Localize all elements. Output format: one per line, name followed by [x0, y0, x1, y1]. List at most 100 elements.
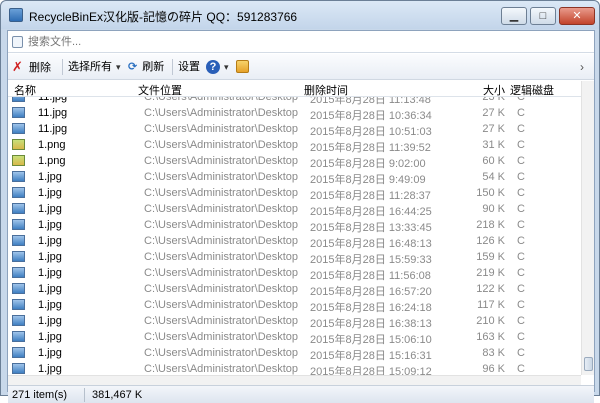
close-button[interactable]: ✕ [559, 7, 595, 25]
table-row[interactable]: 1.png C:\Users\Administrator\Desktop 2015年… [8, 137, 581, 154]
file-location: C:\Users\Administrator\Desktop [144, 203, 299, 215]
logical-disk: C [517, 171, 525, 183]
logical-disk: C [517, 283, 525, 295]
file-size: 117 K [477, 299, 505, 311]
title-bar[interactable]: RecycleBinEx汉化版-記憶の碎片 QQ：591283766 ▁ □ ✕ [1, 1, 599, 29]
logical-disk: C [517, 203, 525, 215]
table-row[interactable]: 1.jpg C:\Users\Administrator\Desktop 2015年… [8, 297, 581, 314]
file-location: C:\Users\Administrator\Desktop [144, 171, 299, 183]
delete-button[interactable]: ✗ 删除 [12, 59, 51, 75]
table-row[interactable]: 1.jpg C:\Users\Administrator\Desktop 2015年… [8, 361, 581, 375]
file-size: 150 K [476, 187, 505, 199]
scrollbar-thumb[interactable] [584, 357, 593, 371]
jpg-file-icon [12, 347, 25, 358]
table-row[interactable]: 1.jpg C:\Users\Administrator\Desktop 2015年… [8, 249, 581, 266]
search-input[interactable] [28, 33, 588, 51]
item-count: 271 item(s) [12, 389, 68, 401]
jpg-file-icon [12, 203, 25, 214]
file-location: C:\Users\Administrator\Desktop [144, 331, 299, 343]
search-icon [12, 36, 23, 48]
settings-icon[interactable] [236, 60, 249, 73]
window-title: RecycleBinEx汉化版-記憶の碎片 QQ：591283766 [29, 10, 298, 24]
search-bar [8, 31, 594, 53]
logical-disk: C [517, 97, 525, 103]
file-location: C:\Users\Administrator\Desktop [144, 97, 299, 103]
file-location: C:\Users\Administrator\Desktop [144, 187, 299, 199]
select-all-dropdown[interactable]: ▾ [116, 59, 121, 75]
file-name: 1.jpg [38, 347, 62, 359]
file-location: C:\Users\Administrator\Desktop [144, 283, 299, 295]
table-row[interactable]: 1.jpg C:\Users\Administrator\Desktop 2015年… [8, 313, 581, 330]
column-size[interactable]: 大小 [483, 82, 505, 98]
logical-disk: C [517, 107, 525, 119]
table-row[interactable]: 1.jpg C:\Users\Administrator\Desktop 2015年… [8, 185, 581, 202]
file-location: C:\Users\Administrator\Desktop [144, 139, 299, 151]
table-row[interactable]: 1.jpg C:\Users\Administrator\Desktop 2015年… [8, 265, 581, 282]
column-logical-disk[interactable]: 逻辑磁盘 [510, 82, 554, 98]
toolbar-separator [172, 59, 173, 75]
table-row[interactable]: 1.jpg C:\Users\Administrator\Desktop 2015年… [8, 329, 581, 346]
help-icon[interactable]: ? [206, 60, 220, 74]
status-divider [84, 388, 85, 402]
main-panel: ✗ 删除 选择所有 ▾ ⟳ 刷新 设置 ? ▾ › 名称 文件位置 删除时 [7, 30, 595, 403]
table-row[interactable]: 11.jpg C:\Users\Administrator\Desktop 2015… [8, 121, 581, 138]
logical-disk: C [517, 187, 525, 199]
file-name: 1.png [38, 155, 66, 167]
file-location: C:\Users\Administrator\Desktop [144, 155, 299, 167]
table-row[interactable]: 11.jpg C:\Users\Administrator\Desktop 2015… [8, 105, 581, 122]
jpg-file-icon [12, 251, 25, 262]
logical-disk: C [517, 235, 525, 247]
refresh-icon: ⟳ [128, 61, 138, 73]
minimize-button[interactable]: ▁ [501, 7, 527, 25]
logical-disk: C [517, 155, 525, 167]
file-name: 1.jpg [38, 171, 62, 183]
column-location[interactable]: 文件位置 [138, 82, 182, 98]
logical-disk: C [517, 267, 525, 279]
file-name: 1.jpg [38, 219, 62, 231]
deleted-time: 2015年8月28日 15:09:12 [310, 366, 432, 375]
jpg-file-icon [12, 299, 25, 310]
file-name: 1.jpg [38, 187, 62, 199]
file-name: 11.jpg [38, 123, 68, 135]
table-row[interactable]: 1.png C:\Users\Administrator\Desktop 2015年… [8, 153, 581, 170]
settings-label: 设置 [178, 61, 200, 73]
select-all-button[interactable]: 选择所有 [68, 59, 112, 75]
table-row[interactable]: 1.jpg C:\Users\Administrator\Desktop 2015年… [8, 345, 581, 362]
file-name: 1.png [38, 139, 66, 151]
file-name: 1.jpg [38, 331, 62, 343]
table-row[interactable]: 1.jpg C:\Users\Administrator\Desktop 2015年… [8, 201, 581, 218]
file-name: 1.jpg [38, 283, 62, 295]
file-size: 27 K [482, 107, 505, 119]
file-name: 1.jpg [38, 363, 62, 375]
file-size: 210 K [476, 315, 505, 327]
file-size: 122 K [476, 283, 505, 295]
file-location: C:\Users\Administrator\Desktop [144, 123, 299, 135]
jpg-file-icon [12, 123, 25, 134]
jpg-file-icon [12, 97, 25, 102]
table-row[interactable]: 1.jpg C:\Users\Administrator\Desktop 2015年… [8, 169, 581, 186]
jpg-file-icon [12, 107, 25, 118]
table-row[interactable]: 1.jpg C:\Users\Administrator\Desktop 2015年… [8, 233, 581, 250]
logical-disk: C [517, 139, 525, 151]
settings-button[interactable]: 设置 [178, 59, 200, 75]
maximize-button[interactable]: □ [530, 7, 556, 25]
file-size: 60 K [482, 155, 505, 167]
column-name[interactable]: 名称 [14, 82, 36, 98]
help-dropdown[interactable]: ▾ [224, 59, 229, 75]
refresh-button[interactable]: ⟳ 刷新 [128, 59, 164, 75]
toolbar: ✗ 删除 选择所有 ▾ ⟳ 刷新 设置 ? ▾ › [8, 54, 594, 80]
file-location: C:\Users\Administrator\Desktop [144, 235, 299, 247]
table-row[interactable]: 11.jpg C:\Users\Administrator\Desktop 2015… [8, 97, 581, 106]
file-location: C:\Users\Administrator\Desktop [144, 363, 299, 375]
table-row[interactable]: 1.jpg C:\Users\Administrator\Desktop 2015年… [8, 281, 581, 298]
horizontal-scrollbar[interactable] [8, 375, 581, 385]
table-row[interactable]: 1.jpg C:\Users\Administrator\Desktop 2015年… [8, 217, 581, 234]
jpg-file-icon [12, 235, 25, 246]
file-name: 1.jpg [38, 299, 62, 311]
vertical-scrollbar[interactable] [581, 81, 594, 375]
logical-disk: C [517, 219, 525, 231]
file-location: C:\Users\Administrator\Desktop [144, 315, 299, 327]
toolbar-overflow-chevron[interactable]: › [580, 59, 584, 75]
file-location: C:\Users\Administrator\Desktop [144, 347, 299, 359]
column-deleted-time[interactable]: 删除时间 [304, 82, 348, 98]
